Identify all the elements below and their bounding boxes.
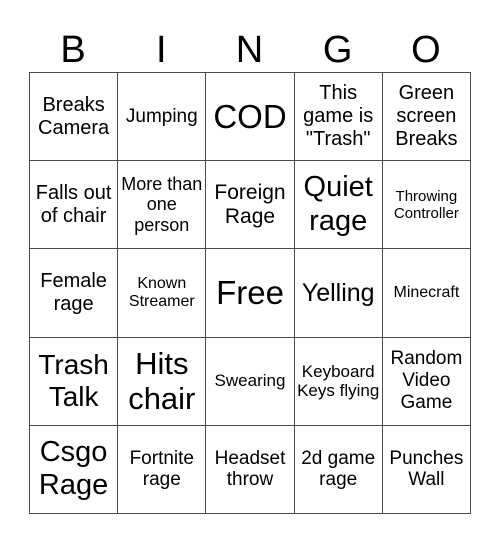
cell-label: Fortnite rage — [129, 447, 194, 491]
cell-label: Swearing — [214, 371, 286, 391]
bingo-cell[interactable]: COD — [206, 73, 295, 162]
bingo-cell[interactable]: Throwing Controller — [382, 161, 471, 250]
bingo-cell[interactable]: Yelling — [294, 249, 383, 338]
cell-label: Csgo Rage — [38, 436, 109, 502]
bingo-cell[interactable]: Csgo Rage — [30, 425, 119, 514]
bingo-cell[interactable]: Hits chair — [118, 337, 207, 426]
cell-label: Green screen Breaks — [395, 82, 458, 151]
cell-label: Punches Wall — [389, 447, 464, 491]
cell-label: Known Streamer — [128, 274, 195, 310]
bingo-cell[interactable]: Trash Talk — [30, 337, 119, 426]
cell-label: More than one person — [121, 173, 203, 236]
header-letter-o: O — [411, 29, 441, 71]
cell-label: COD — [213, 97, 287, 135]
bingo-cell[interactable]: Foreign Rage — [206, 161, 295, 250]
cell-label: Hits chair — [128, 345, 196, 417]
bingo-cell[interactable]: Swearing — [206, 337, 295, 426]
cell-label: This game is "Trash" — [303, 82, 374, 151]
cell-label: Random Video Game — [390, 348, 463, 414]
bingo-cell[interactable]: Quiet rage — [294, 161, 383, 250]
bingo-cell[interactable]: Headset throw — [206, 425, 295, 514]
bingo-cell[interactable]: Keyboard Keys flying — [294, 337, 383, 426]
header-letter-n: N — [235, 29, 264, 71]
header-letter-b: B — [60, 29, 86, 71]
cell-label: Yelling — [301, 278, 375, 307]
header-letter-i: I — [156, 29, 167, 71]
cell-label: Female rage — [40, 269, 107, 315]
cell-label: Falls out of chair — [35, 181, 112, 227]
cell-label: Quiet rage — [303, 171, 373, 237]
bingo-cell[interactable]: Random Video Game — [382, 337, 471, 426]
cell-label: 2d game rage — [301, 447, 376, 491]
bingo-cell[interactable]: Female rage — [30, 249, 119, 338]
cell-label: Keyboard Keys flying — [297, 361, 380, 401]
bingo-cell[interactable]: Jumping — [118, 73, 207, 162]
header-letter-g: G — [322, 29, 353, 71]
bingo-cell[interactable]: This game is "Trash" — [294, 73, 383, 162]
bingo-cell[interactable]: Falls out of chair — [30, 161, 119, 250]
bingo-cell[interactable]: Known Streamer — [118, 249, 207, 338]
cell-label: Foreign Rage — [214, 180, 286, 228]
cell-label: Minecraft — [393, 283, 460, 301]
bingo-cell[interactable]: Punches Wall — [382, 425, 471, 514]
bingo-header: B I N G O — [29, 28, 470, 72]
bingo-cell[interactable]: More than one person — [118, 161, 207, 250]
cell-label: Jumping — [125, 105, 198, 127]
bingo-grid: Breaks Camera Jumping COD This game is "… — [29, 72, 471, 514]
cell-label: Free — [216, 274, 284, 312]
bingo-cell[interactable]: Breaks Camera — [30, 73, 119, 162]
cell-label: Headset throw — [214, 447, 286, 491]
cell-label: Trash Talk — [38, 349, 109, 413]
cell-label: Throwing Controller — [393, 187, 459, 222]
bingo-cell[interactable]: Fortnite rage — [118, 425, 207, 514]
bingo-cell[interactable]: Green screen Breaks — [382, 73, 471, 162]
bingo-cell[interactable]: 2d game rage — [294, 425, 383, 514]
cell-label: Breaks Camera — [38, 93, 110, 139]
bingo-cell[interactable]: Minecraft — [382, 249, 471, 338]
free-space-cell[interactable]: Free — [206, 249, 295, 338]
